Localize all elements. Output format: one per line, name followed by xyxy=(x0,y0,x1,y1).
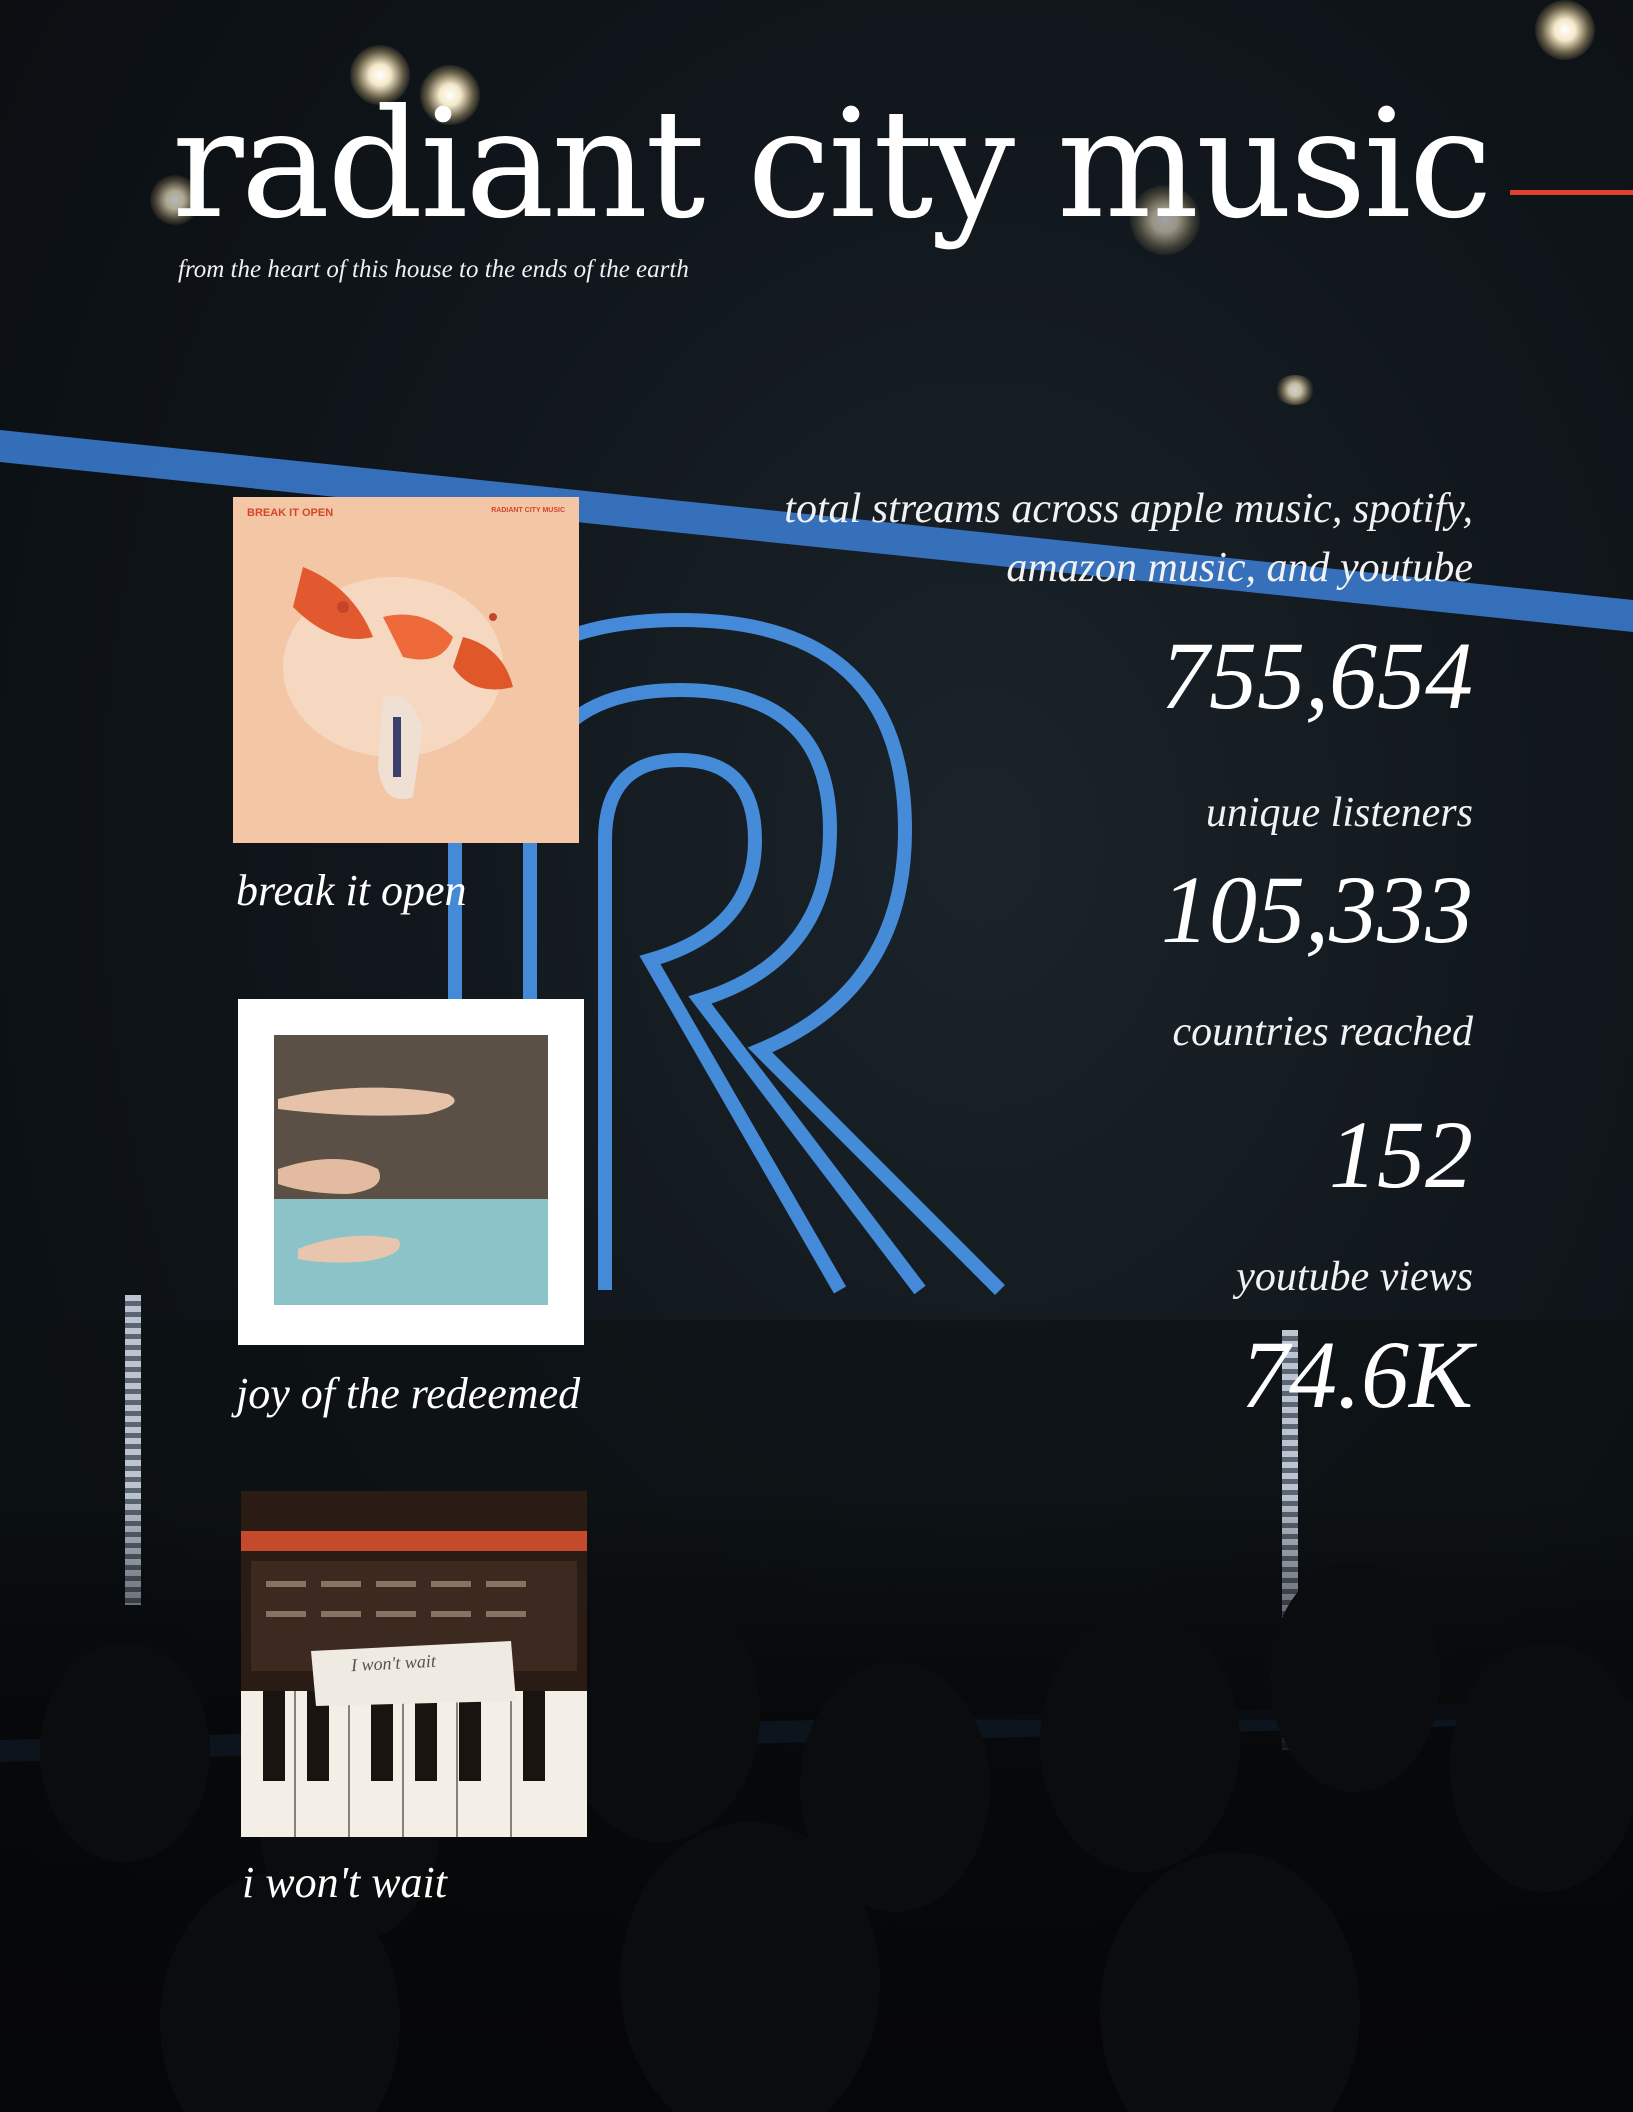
stat-label-countries: countries reached xyxy=(1172,1009,1473,1056)
album-title: break it open xyxy=(236,866,467,915)
album-cover-i-wont-wait: I won't wait xyxy=(241,1491,587,1837)
album-art xyxy=(233,497,579,843)
stats-panel: total streams across apple music, spotif… xyxy=(653,480,1473,1423)
stage-light xyxy=(1275,375,1315,405)
tagline: from the heart of this house to the ends… xyxy=(178,256,689,283)
stat-value-total-streams: 755,654 xyxy=(1161,621,1473,729)
stage-light xyxy=(1535,0,1595,60)
album-cover-break-it-open: BREAK IT OPEN RADIANT CITY MUSIC xyxy=(233,497,579,843)
accent-line xyxy=(1510,190,1633,195)
album-title: i won't wait xyxy=(242,1858,448,1907)
album-cover-label: RADIANT CITY MUSIC xyxy=(491,507,565,514)
stat-value-unique-listeners: 105,333 xyxy=(1161,856,1473,964)
album-cover-note: I won't wait xyxy=(350,1650,437,1676)
poster: radiant city music from the heart of thi… xyxy=(0,0,1633,2112)
stat-value-countries: 152 xyxy=(1329,1101,1473,1209)
album-art xyxy=(238,999,584,1345)
album-cover-joy-of-the-redeemed xyxy=(238,999,584,1345)
stat-label-youtube-views: youtube views xyxy=(1236,1254,1473,1301)
page-title: radiant city music xyxy=(172,78,1493,252)
stat-label-total-streams: total streams across apple music, spotif… xyxy=(784,486,1473,591)
stat-label-unique-listeners: unique listeners xyxy=(1205,789,1473,836)
stat-value-youtube-views: 74.6K xyxy=(1240,1320,1473,1428)
album-title: joy of the redeemed xyxy=(236,1369,581,1418)
album-cover-label: BREAK IT OPEN xyxy=(247,507,334,519)
led-strip xyxy=(125,1295,141,1605)
